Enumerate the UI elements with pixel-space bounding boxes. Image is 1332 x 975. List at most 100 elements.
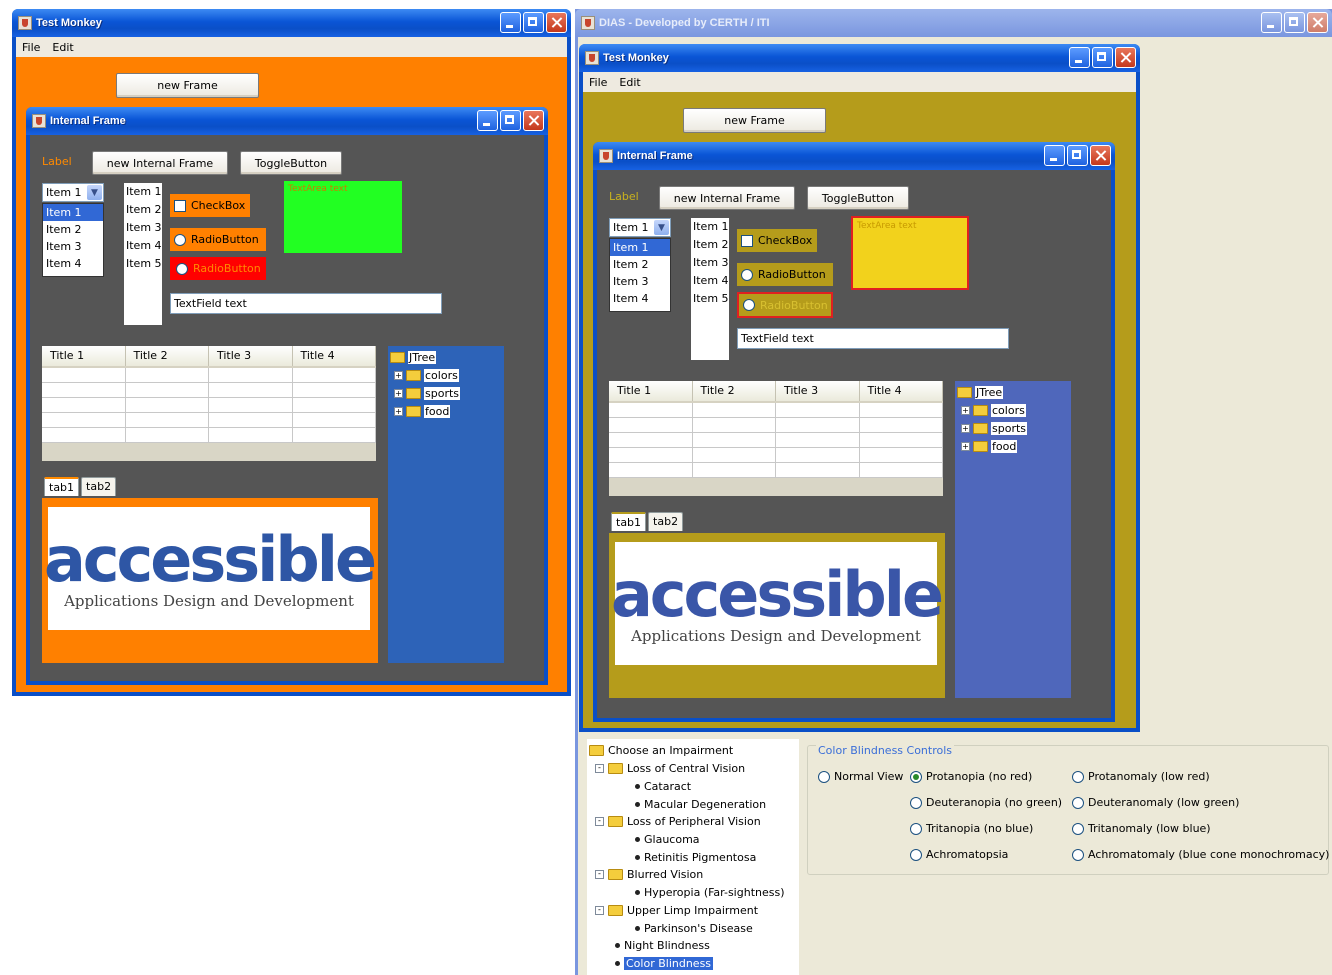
table-header[interactable]: Title 4 bbox=[293, 346, 376, 366]
radio-circle[interactable] bbox=[743, 299, 755, 311]
tree-group[interactable]: - Upper Limp Impairment bbox=[595, 901, 758, 919]
text-field[interactable]: TextField text bbox=[737, 328, 1009, 349]
table-header[interactable]: Title 1 bbox=[42, 346, 126, 366]
table-row[interactable] bbox=[609, 433, 943, 448]
collapse-icon[interactable]: - bbox=[595, 816, 604, 826]
tree-leaf[interactable]: Hyperopia (Far-sightness) bbox=[635, 883, 785, 901]
option-achromatomaly[interactable]: Achromatomaly (blue cone monochromacy) bbox=[1072, 848, 1329, 861]
close-icon[interactable] bbox=[546, 12, 567, 33]
expand-icon[interactable]: + bbox=[961, 441, 970, 451]
toggle-button[interactable]: ToggleButton bbox=[807, 186, 909, 210]
list-item[interactable]: Item 4 bbox=[691, 272, 729, 290]
close-icon[interactable] bbox=[523, 110, 544, 131]
table-row[interactable] bbox=[609, 463, 943, 478]
tree-root[interactable]: Choose an Impairment bbox=[589, 741, 733, 759]
radio-button-2[interactable]: RadioButton bbox=[737, 292, 833, 318]
new-internal-frame-button[interactable]: new Internal Frame bbox=[659, 186, 795, 210]
list-item[interactable]: Item 1 bbox=[124, 183, 162, 201]
table-header[interactable]: Title 3 bbox=[776, 381, 860, 401]
minimize-icon[interactable] bbox=[1069, 47, 1090, 68]
close-icon[interactable] bbox=[1307, 12, 1328, 33]
table-row[interactable] bbox=[42, 428, 376, 443]
table-row[interactable] bbox=[609, 418, 943, 433]
radio-circle[interactable] bbox=[174, 233, 186, 246]
expand-icon[interactable]: + bbox=[961, 423, 970, 433]
tree-group[interactable]: - Loss of Central Vision bbox=[595, 759, 745, 777]
tree-leaf[interactable]: Cataract bbox=[635, 777, 691, 795]
expand-icon[interactable]: + bbox=[394, 406, 403, 416]
new-frame-button[interactable]: new Frame bbox=[116, 73, 259, 98]
list-item[interactable]: Item 3 bbox=[124, 219, 162, 237]
table-row[interactable] bbox=[42, 398, 376, 413]
table-header[interactable]: Title 2 bbox=[693, 381, 776, 401]
dropdown-item[interactable]: Item 1 bbox=[43, 204, 103, 221]
list-item[interactable]: Item 3 bbox=[691, 254, 729, 272]
list-item[interactable]: Item 4 bbox=[124, 237, 162, 255]
collapse-icon[interactable]: - bbox=[595, 905, 604, 915]
expand-icon[interactable]: + bbox=[961, 405, 970, 415]
collapse-icon[interactable]: - bbox=[595, 763, 604, 773]
radio-circle[interactable] bbox=[910, 796, 922, 809]
tree-leaf[interactable]: Macular Degeneration bbox=[635, 795, 766, 813]
dropdown-item[interactable]: Item 2 bbox=[610, 256, 670, 273]
chevron-down-icon[interactable]: ▼ bbox=[87, 185, 102, 200]
checkbox[interactable]: CheckBox bbox=[737, 229, 817, 252]
radio-circle[interactable] bbox=[1072, 848, 1084, 861]
minimize-icon[interactable] bbox=[477, 110, 498, 131]
dias-titlebar[interactable]: DIAS - Developed by CERTH / ITI bbox=[575, 9, 1332, 37]
table-header[interactable]: Title 1 bbox=[609, 381, 693, 401]
dropdown-item[interactable]: Item 2 bbox=[43, 221, 103, 238]
table-header[interactable]: Title 2 bbox=[126, 346, 209, 366]
internal-frame-titlebar[interactable]: Internal Frame bbox=[593, 142, 1115, 170]
maximize-icon[interactable] bbox=[1284, 12, 1305, 33]
chevron-down-icon[interactable]: ▼ bbox=[654, 220, 669, 235]
table-row[interactable] bbox=[42, 368, 376, 383]
table-header[interactable]: Title 4 bbox=[860, 381, 943, 401]
radio-circle[interactable] bbox=[1072, 822, 1084, 835]
tree-node[interactable]: + sports bbox=[390, 384, 502, 402]
left-window-titlebar[interactable]: Test Monkey bbox=[12, 9, 571, 37]
expand-icon[interactable]: + bbox=[394, 370, 403, 380]
radio-circle-selected[interactable] bbox=[910, 770, 922, 783]
dropdown-item[interactable]: Item 3 bbox=[43, 238, 103, 255]
tree-leaf[interactable]: Night Blindness bbox=[615, 936, 710, 954]
tab-2[interactable]: tab2 bbox=[81, 477, 117, 496]
tree-node[interactable]: + colors bbox=[957, 401, 1069, 419]
collapse-icon[interactable]: - bbox=[595, 869, 604, 879]
close-icon[interactable] bbox=[1115, 47, 1136, 68]
option-deuteranopia[interactable]: Deuteranopia (no green) bbox=[910, 796, 1062, 809]
radio-circle[interactable] bbox=[741, 268, 753, 281]
minimize-icon[interactable] bbox=[1261, 12, 1282, 33]
tab-2[interactable]: tab2 bbox=[648, 512, 684, 531]
radio-circle[interactable] bbox=[910, 848, 922, 861]
list-item[interactable]: Item 5 bbox=[691, 290, 729, 308]
maximize-icon[interactable] bbox=[1092, 47, 1113, 68]
text-field[interactable]: TextField text bbox=[170, 293, 442, 314]
tree-node[interactable]: + colors bbox=[390, 366, 502, 384]
list-item[interactable]: Item 5 bbox=[124, 255, 162, 273]
menu-edit[interactable]: Edit bbox=[619, 76, 640, 89]
tree-leaf[interactable]: Glaucoma bbox=[635, 830, 700, 848]
combo-box[interactable]: Item 1 ▼ bbox=[609, 218, 671, 237]
close-icon[interactable] bbox=[1090, 145, 1111, 166]
menu-file[interactable]: File bbox=[589, 76, 607, 89]
text-area[interactable]: TextArea text bbox=[284, 181, 402, 253]
inner-titlebar[interactable]: Test Monkey bbox=[579, 44, 1140, 72]
minimize-icon[interactable] bbox=[500, 12, 521, 33]
new-internal-frame-button[interactable]: new Internal Frame bbox=[92, 151, 228, 175]
tree-group[interactable]: - Blurred Vision bbox=[595, 865, 703, 883]
radio-button-2[interactable]: RadioButton bbox=[170, 257, 266, 280]
option-protanomaly[interactable]: Protanomaly (low red) bbox=[1072, 770, 1210, 783]
tab-1[interactable]: tab1 bbox=[44, 477, 80, 496]
option-tritanopia[interactable]: Tritanopia (no blue) bbox=[910, 822, 1033, 835]
toggle-button[interactable]: ToggleButton bbox=[240, 151, 342, 175]
list-item[interactable]: Item 1 bbox=[691, 218, 729, 236]
maximize-icon[interactable] bbox=[523, 12, 544, 33]
option-deuteranomaly[interactable]: Deuteranomaly (low green) bbox=[1072, 796, 1239, 809]
dropdown-item[interactable]: Item 4 bbox=[43, 255, 103, 272]
tree-root[interactable]: JTree bbox=[957, 383, 1069, 401]
text-area[interactable]: TextArea text bbox=[851, 216, 969, 290]
tree-node[interactable]: + sports bbox=[957, 419, 1069, 437]
table-row[interactable] bbox=[42, 413, 376, 428]
radio-circle[interactable] bbox=[1072, 796, 1084, 809]
